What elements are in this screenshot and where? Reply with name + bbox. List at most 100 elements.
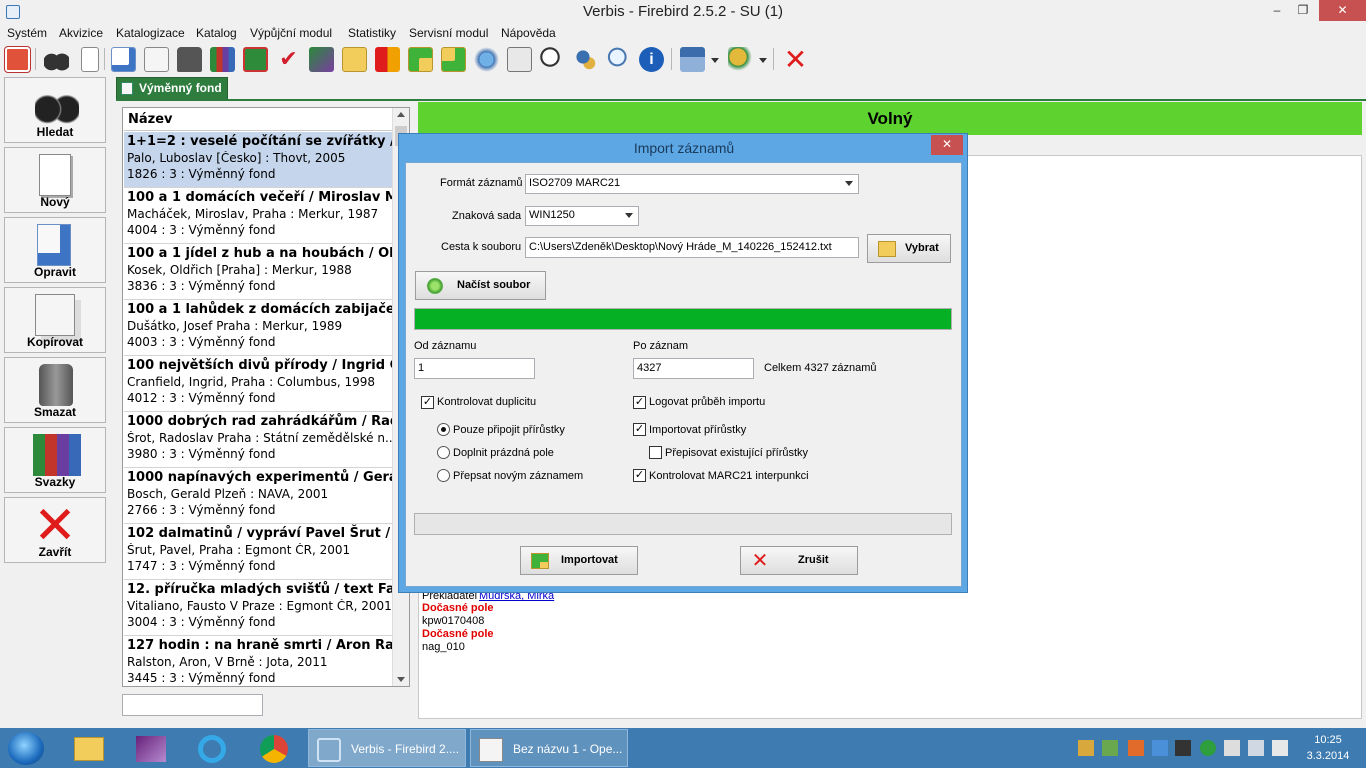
sort-arrows-icon[interactable] <box>375 47 400 72</box>
dialog-close-button[interactable]: ✕ <box>931 135 963 155</box>
volume-icon[interactable] <box>1272 740 1288 756</box>
tray-5-icon[interactable] <box>1175 740 1191 756</box>
system-clock[interactable]: 10:25 3.3.2014 <box>1298 732 1358 764</box>
menu-katalog[interactable]: Katalog <box>196 26 237 40</box>
log-progress-checkbox[interactable]: ✓ <box>633 396 646 409</box>
to-record-input[interactable]: 4327 <box>633 358 754 379</box>
check-punctuation-checkbox[interactable]: ✓ <box>633 469 646 482</box>
sidebar-volumes-button[interactable]: Svazky <box>4 427 106 493</box>
pinned-internet-explorer[interactable] <box>186 730 238 766</box>
overwrite-record-radio[interactable] <box>437 469 450 482</box>
menu-vypujcni-modul[interactable]: Výpůjční modul <box>250 26 332 40</box>
list-item[interactable]: 127 hodin : na hraně smrti / Aron Rals..… <box>124 636 393 686</box>
list-item[interactable]: 1000 dobrých rad zahrádkářům / Rad... Šro… <box>124 412 393 468</box>
close-window-button[interactable]: ✕ <box>1319 0 1366 21</box>
tray-3-icon[interactable] <box>1128 740 1144 756</box>
pinned-visual-studio[interactable] <box>124 730 176 766</box>
import-button[interactable]: Importovat <box>520 546 638 575</box>
zoom-icon[interactable] <box>606 47 631 72</box>
sidebar-new-button[interactable]: Nový <box>4 147 106 213</box>
printer-icon[interactable] <box>680 47 705 72</box>
chevron-down-icon[interactable] <box>759 58 767 63</box>
tray-6-icon[interactable] <box>1200 740 1216 756</box>
maximize-button[interactable]: ❐ <box>1290 0 1316 21</box>
toolbar-separator <box>104 48 105 70</box>
new-document-icon[interactable] <box>81 47 99 72</box>
menu-akvizice[interactable]: Akvizice <box>59 26 103 40</box>
load-file-button[interactable]: Načíst soubor <box>415 271 546 300</box>
menu-napoveda[interactable]: Nápověda <box>501 26 556 40</box>
info-icon[interactable]: i <box>639 47 664 72</box>
books-tool-icon[interactable] <box>309 47 334 72</box>
task-verbis[interactable]: Verbis - Firebird 2.... <box>308 729 466 767</box>
sidebar-close-button[interactable]: ✕ Zavřít <box>4 497 106 563</box>
sidebar-copy-button[interactable]: Kopírovat <box>4 287 106 353</box>
people-search-icon[interactable] <box>573 47 598 72</box>
load-file-button-label: Načíst soubor <box>457 279 531 291</box>
menu-system[interactable]: Systém <box>7 26 47 40</box>
list-search-input[interactable] <box>122 694 263 716</box>
cancel-button[interactable]: ✕ Zrušit <box>740 546 858 575</box>
import-accessions-checkbox[interactable]: ✓ <box>633 423 646 436</box>
tray-4-icon[interactable] <box>1152 740 1168 756</box>
network-icon[interactable] <box>1248 740 1264 756</box>
start-button[interactable] <box>8 732 44 765</box>
list-item[interactable]: 1+1=2 : veselé počítání se zvířátky / ..… <box>124 132 393 188</box>
scroll-up-icon[interactable] <box>397 112 405 117</box>
sidebar-delete-button[interactable]: Smazat <box>4 357 106 423</box>
pinned-explorer[interactable] <box>62 730 114 766</box>
path-input[interactable]: C:\Users\Zdeněk\Desktop\Nový Hráde_M_140… <box>525 237 859 258</box>
list-item[interactable]: 100 a 1 jídel z hub a na houbách / Oldř.… <box>124 244 393 300</box>
list-item[interactable]: 1000 napínavých experimentů / Geral... Bo… <box>124 468 393 524</box>
record-author: Macháček, Miroslav, Praha : Merkur, 1987 <box>127 207 379 221</box>
list-icon[interactable] <box>507 47 532 72</box>
sidebar-search-button[interactable]: Hledat <box>4 77 106 143</box>
close-red-icon[interactable]: ✕ <box>783 46 808 74</box>
binoculars-icon <box>35 84 79 126</box>
tray-1-icon[interactable] <box>1078 740 1094 756</box>
charset-select[interactable]: WIN1250 <box>525 206 639 226</box>
menu-statistiky[interactable]: Statistiky <box>348 26 396 40</box>
append-accessions-radio[interactable] <box>437 423 450 436</box>
tray-2-icon[interactable] <box>1102 740 1118 756</box>
exchange-icon[interactable] <box>474 47 499 72</box>
folder-edit-icon[interactable] <box>342 47 367 72</box>
menu-katalogizace[interactable]: Katalogizace <box>116 26 185 40</box>
fill-empty-radio[interactable] <box>437 446 450 459</box>
edit-icon[interactable] <box>111 47 136 72</box>
copy-icon[interactable] <box>144 47 169 72</box>
search-filter-icon[interactable] <box>540 47 565 72</box>
explorer-icon <box>74 737 104 761</box>
pinned-chrome[interactable] <box>248 730 300 766</box>
list-header-title[interactable]: Název <box>124 109 394 131</box>
save-icon[interactable] <box>243 47 268 72</box>
sidebar-edit-button[interactable]: Opravit <box>4 217 106 283</box>
coins-icon[interactable] <box>728 47 753 72</box>
chevron-down-icon[interactable] <box>711 58 719 63</box>
trash-icon[interactable] <box>177 47 202 72</box>
check-duplicates-checkbox[interactable]: ✓ <box>421 396 434 409</box>
tab-vymenny-fond[interactable]: Výměnný fond <box>116 77 228 99</box>
list-item[interactable]: 100 a 1 domácích večeří / Miroslav Ma...… <box>124 188 393 244</box>
checkmark-icon[interactable]: ✔ <box>276 47 301 72</box>
format-select[interactable]: ISO2709 MARC21 <box>525 174 859 194</box>
overwrite-accessions-checkbox[interactable] <box>649 446 662 459</box>
books-icon[interactable] <box>210 47 235 72</box>
list-item[interactable]: 12. příručka mladých svišťů / text Fau..… <box>124 580 393 636</box>
list-item[interactable]: 102 dalmatinů / vypráví Pavel Šrut / [..… <box>124 524 393 580</box>
list-item[interactable]: 100 největších divů přírody / Ingrid Cr.… <box>124 356 393 412</box>
from-record-input[interactable]: 1 <box>414 358 535 379</box>
charset-label: Znaková sada <box>452 210 522 222</box>
task-openoffice[interactable]: Bez názvu 1 - Ope... <box>470 729 628 767</box>
power-icon[interactable] <box>5 47 30 72</box>
folder-import-icon[interactable] <box>408 47 433 72</box>
browse-button[interactable]: Vybrat <box>867 234 951 263</box>
scroll-down-icon[interactable] <box>397 677 405 682</box>
folder-export-icon[interactable] <box>441 47 466 72</box>
menu-servisni-modul[interactable]: Servisní modul <box>409 26 488 40</box>
binoculars-icon[interactable] <box>44 47 69 72</box>
record-info: 3836 : 3 : Výměnný fond <box>127 279 276 293</box>
list-item[interactable]: 100 a 1 lahůdek z domácích zabijaček ...… <box>124 300 393 356</box>
minimize-button[interactable]: – <box>1264 0 1290 21</box>
tray-7-icon[interactable] <box>1224 740 1240 756</box>
